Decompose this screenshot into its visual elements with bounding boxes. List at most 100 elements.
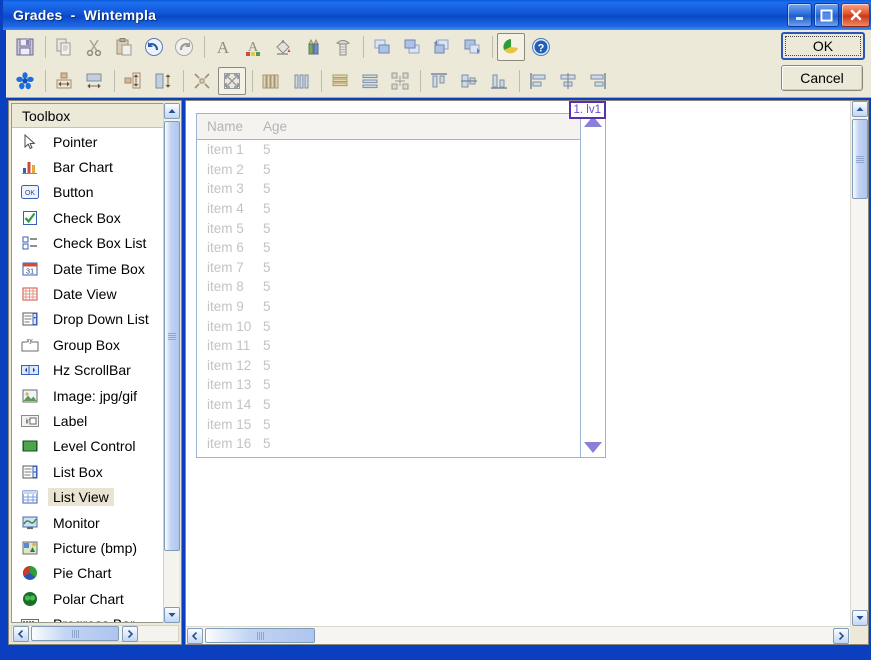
save-icon[interactable] — [11, 33, 39, 61]
toolbox-scroll-thumb[interactable] — [164, 121, 180, 551]
canvas-hscroll-thumb[interactable] — [205, 628, 315, 643]
listview-row[interactable]: item 16 5 — [197, 434, 579, 454]
listview-row[interactable]: item 1 5 — [197, 140, 579, 160]
align-vertical-icon[interactable] — [119, 67, 147, 95]
send-backward-icon[interactable] — [458, 33, 486, 61]
font-color-icon[interactable]: A — [239, 33, 267, 61]
toolbox-item-label[interactable]: in Label — [12, 408, 162, 433]
toolbox-item-pointer[interactable]: Pointer — [12, 129, 162, 154]
toolbox-item-button[interactable]: OK Button — [12, 180, 162, 205]
listview-row[interactable]: item 2 5 — [197, 160, 579, 180]
toolbox-item-check-box[interactable]: Check Box — [12, 205, 162, 230]
help-icon[interactable]: ? — [527, 33, 555, 61]
listview-row[interactable]: item 13 5 — [197, 375, 579, 395]
paste-icon[interactable] — [110, 33, 138, 61]
listview-row[interactable]: item 7 5 — [197, 258, 579, 278]
toolbox-item-level-control[interactable]: Level Control — [12, 434, 162, 459]
align-bottom-icon[interactable] — [485, 67, 513, 95]
listview-vertical-scrollbar[interactable] — [580, 114, 605, 457]
toolbox-item-monitor[interactable]: Monitor — [12, 510, 162, 535]
canvas-scroll-up-button[interactable] — [852, 101, 868, 117]
send-to-back-icon[interactable] — [398, 33, 426, 61]
listview-row[interactable]: item 11 5 — [197, 336, 579, 356]
toolbox-item-hz-scrollbar[interactable]: Hz ScrollBar — [12, 358, 162, 383]
font-icon[interactable]: A — [209, 33, 237, 61]
toolbox-scroll-up-button[interactable] — [164, 103, 180, 119]
toolbox-item-check-box-list[interactable]: Check Box List — [12, 231, 162, 256]
toolbox-item-list-box[interactable]: List Box — [12, 459, 162, 484]
toolbox-vertical-scrollbar[interactable] — [163, 103, 180, 623]
toolbox-hscroll-right-button[interactable] — [122, 625, 138, 642]
listview-control[interactable]: 1. lv1 Name Age item 1 5 item 2 5 item 3 5 ite… — [196, 101, 606, 458]
listview-row[interactable]: item 9 5 — [197, 297, 579, 317]
rows-spaced-icon[interactable] — [356, 67, 384, 95]
columns-narrow-icon[interactable] — [287, 67, 315, 95]
toolbox-item-polar-chart[interactable]: Polar Chart — [12, 586, 162, 611]
toolbox-item-picture-bmp[interactable]: Picture (bmp) — [12, 535, 162, 560]
bring-to-front-icon[interactable] — [368, 33, 396, 61]
listview-row[interactable]: item 15 5 — [197, 414, 579, 434]
columns-icon[interactable] — [257, 67, 285, 95]
screw-icon[interactable] — [329, 33, 357, 61]
fill-color-icon[interactable] — [269, 33, 297, 61]
toolbox-hscroll-thumb[interactable] — [31, 626, 119, 641]
listview-row[interactable]: item 12 5 — [197, 356, 579, 376]
toolbox-item-list-view[interactable]: List View — [12, 484, 162, 509]
design-canvas[interactable]: 1. lv1 Name Age item 1 5 item 2 5 item 3 5 ite… — [186, 101, 850, 626]
canvas-hscroll-right-button[interactable] — [833, 627, 849, 644]
bring-forward-icon[interactable] — [428, 33, 456, 61]
align-width-icon[interactable] — [80, 67, 108, 95]
align-horizontal-center-icon[interactable] — [50, 67, 78, 95]
grid-icon[interactable] — [386, 67, 414, 95]
listview-column-age[interactable]: Age — [263, 119, 333, 134]
pie-chart-icon[interactable] — [497, 33, 525, 61]
scroll-grip-icon — [856, 155, 864, 163]
align-middle-icon[interactable] — [455, 67, 483, 95]
minimize-button[interactable] — [787, 3, 812, 27]
canvas-vertical-scrollbar[interactable] — [850, 101, 868, 626]
canvas-horizontal-scrollbar[interactable] — [186, 626, 850, 644]
canvas-scroll-thumb[interactable] — [852, 119, 868, 199]
toolbox-item-date-view[interactable]: Date View — [12, 281, 162, 306]
toolbox-item-pie-chart[interactable]: Pie Chart — [12, 561, 162, 586]
listview-row[interactable]: item 8 5 — [197, 277, 579, 297]
copy-icon[interactable] — [50, 33, 78, 61]
cancel-button[interactable]: Cancel — [781, 65, 863, 91]
toolbox-item-bar-chart[interactable]: Bar Chart — [12, 154, 162, 179]
listview-row[interactable]: item 3 5 — [197, 179, 579, 199]
redo-icon[interactable] — [170, 33, 198, 61]
canvas-hscroll-left-button[interactable] — [187, 627, 203, 644]
pencil-icon[interactable] — [299, 33, 327, 61]
close-button[interactable] — [841, 3, 870, 27]
toolbox-item-drop-down-list[interactable]: Drop Down List — [12, 307, 162, 332]
toolbar-separator — [204, 36, 205, 58]
align-right-icon[interactable] — [584, 67, 612, 95]
listview-row[interactable]: item 10 5 — [197, 316, 579, 336]
align-left-icon[interactable] — [524, 67, 552, 95]
listview-row[interactable]: item 14 5 — [197, 395, 579, 415]
expand-icon[interactable] — [218, 67, 246, 95]
align-center-icon[interactable] — [554, 67, 582, 95]
listview-row[interactable]: item 5 5 — [197, 218, 579, 238]
undo-icon[interactable] — [140, 33, 168, 61]
toolbox-item-progress-bar[interactable]: Progress Bar — [12, 611, 162, 622]
toolbox-horizontal-scrollbar[interactable] — [11, 625, 179, 642]
toolbox-item-date-time-box[interactable]: 31 Date Time Box — [12, 256, 162, 281]
toolbox-scroll-down-button[interactable] — [164, 607, 180, 623]
ok-button[interactable]: OK — [781, 32, 865, 60]
toolbox-item-group-box[interactable]: xy Group Box — [12, 332, 162, 357]
shrink-icon[interactable] — [188, 67, 216, 95]
rows-icon[interactable] — [326, 67, 354, 95]
cut-icon[interactable] — [80, 33, 108, 61]
toolbox-item-image-jpg-gif[interactable]: Image: jpg/gif — [12, 383, 162, 408]
toolbox-hscroll-left-button[interactable] — [13, 625, 29, 642]
same-height-icon[interactable] — [149, 67, 177, 95]
canvas-scroll-down-button[interactable] — [852, 610, 868, 626]
listview-row[interactable]: item 4 5 — [197, 199, 579, 219]
listview-scroll-down-icon[interactable] — [584, 442, 602, 453]
listview-row[interactable]: item 6 5 — [197, 238, 579, 258]
maximize-button[interactable] — [814, 3, 839, 27]
snap-icon[interactable] — [11, 67, 39, 95]
align-top-icon[interactable] — [425, 67, 453, 95]
listview-column-name[interactable]: Name — [197, 119, 263, 134]
